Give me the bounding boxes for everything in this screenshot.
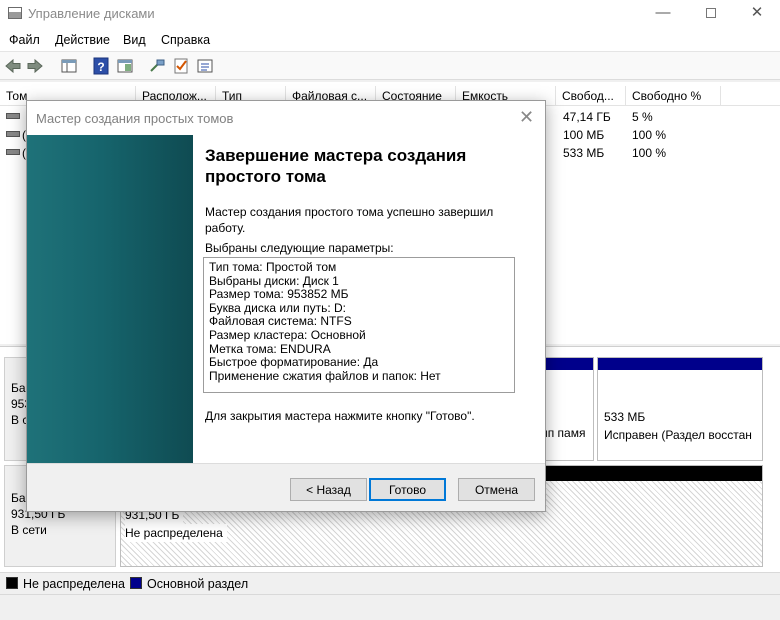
partition-status: ип памя (541, 426, 586, 440)
partition-size: 533 МБ (604, 410, 646, 424)
wizard-content: Завершение мастера создания простого том… (193, 135, 545, 463)
maximize-icon (706, 8, 716, 18)
param-line: Размер тома: 953852 МБ (209, 287, 349, 302)
param-line: Буква диска или путь: D: (209, 300, 346, 315)
menu-action[interactable]: Действие (55, 33, 110, 47)
volume-free: 47,14 ГБ (563, 110, 611, 124)
disk1-label-line: В сети (11, 523, 47, 537)
menu-bar: Файл Действие Вид Справка (0, 28, 780, 52)
connect-icon[interactable] (148, 57, 166, 75)
minimize-button[interactable]: — (640, 0, 686, 28)
primary-swatch (130, 577, 142, 589)
wizard-heading: Завершение мастера создания простого том… (205, 146, 467, 186)
volume-free-pct: 100 % (632, 146, 667, 160)
toolbar: ? (0, 52, 780, 80)
param-line: Выбраны диски: Диск 1 (209, 273, 339, 288)
legend-bar: Не распределена Основной раздел (0, 572, 780, 594)
disk-management-icon (8, 7, 22, 19)
volume-free-pct: 100 % (632, 128, 667, 142)
wizard-success-text: Мастер создания простого тома успешно за… (205, 205, 494, 235)
maximize-button[interactable] (688, 0, 734, 28)
volume-icon (6, 149, 20, 155)
back-arrow-icon[interactable] (4, 57, 22, 75)
volume-free: 533 МБ (563, 146, 605, 160)
volume-icon (6, 131, 20, 137)
param-line: Размер кластера: Основной (209, 327, 366, 342)
col-free-pct[interactable]: Свободно % (626, 86, 721, 106)
wizard-close-icon[interactable]: ✕ (519, 107, 534, 128)
wizard-close-hint: Для закрытия мастера нажмите кнопку "Гот… (205, 409, 475, 423)
console-tree-icon[interactable] (60, 57, 78, 75)
disk0-partition-recovery[interactable]: 533 МБ Исправен (Раздел восстан (597, 357, 763, 461)
back-button[interactable]: < Назад (290, 478, 367, 501)
window-title: Управление дисками (28, 6, 155, 21)
menu-file[interactable]: Файл (9, 33, 40, 47)
svg-text:?: ? (97, 60, 104, 74)
finish-button[interactable]: Готово (369, 478, 446, 501)
param-line: Тип тома: Простой том (209, 260, 337, 274)
wizard-title-bar: Мастер создания простых томов ✕ (27, 101, 545, 135)
param-line: Файловая система: NTFS (209, 314, 352, 329)
col-free[interactable]: Свобод... (556, 86, 626, 106)
volume-free-pct: 5 % (632, 110, 653, 124)
cancel-button[interactable]: Отмена (458, 478, 535, 501)
title-bar: Управление дисками — ✕ (0, 0, 780, 28)
param-line: Быстрое форматирование: Да (209, 355, 379, 370)
volume-icon (6, 113, 20, 119)
new-simple-volume-wizard: Мастер создания простых томов ✕ Завершен… (26, 100, 546, 512)
unallocated-label: Не распределена (125, 524, 227, 542)
checklist-icon[interactable] (172, 57, 190, 75)
partition-status: Исправен (Раздел восстан (604, 428, 752, 442)
status-bar (0, 594, 780, 620)
close-button[interactable]: ✕ (734, 0, 780, 28)
wizard-button-bar: < Назад Готово Отмена (27, 463, 545, 511)
param-line: Применение сжатия файлов и папок: Нет (209, 368, 441, 383)
legend-unallocated: Не распределена (23, 577, 125, 591)
menu-help[interactable]: Справка (161, 33, 210, 47)
unallocated-swatch (6, 577, 18, 589)
wizard-banner (27, 135, 193, 463)
menu-view[interactable]: Вид (123, 33, 146, 47)
wizard-params-box[interactable]: Тип тома: Простой том Выбраны диски: Дис… (203, 257, 515, 393)
forward-arrow-icon[interactable] (26, 57, 44, 75)
wizard-params-label: Выбраны следующие параметры: (205, 241, 394, 255)
param-line: Метка тома: ENDURA (209, 341, 331, 356)
legend-primary: Основной раздел (147, 577, 249, 591)
settings-list-icon[interactable] (196, 57, 214, 75)
volume-free: 100 МБ (563, 128, 605, 142)
wizard-title: Мастер создания простых томов (36, 111, 234, 126)
primary-partition-band (598, 358, 762, 370)
properties-panel-icon[interactable] (116, 57, 134, 75)
help-icon[interactable]: ? (92, 57, 110, 75)
